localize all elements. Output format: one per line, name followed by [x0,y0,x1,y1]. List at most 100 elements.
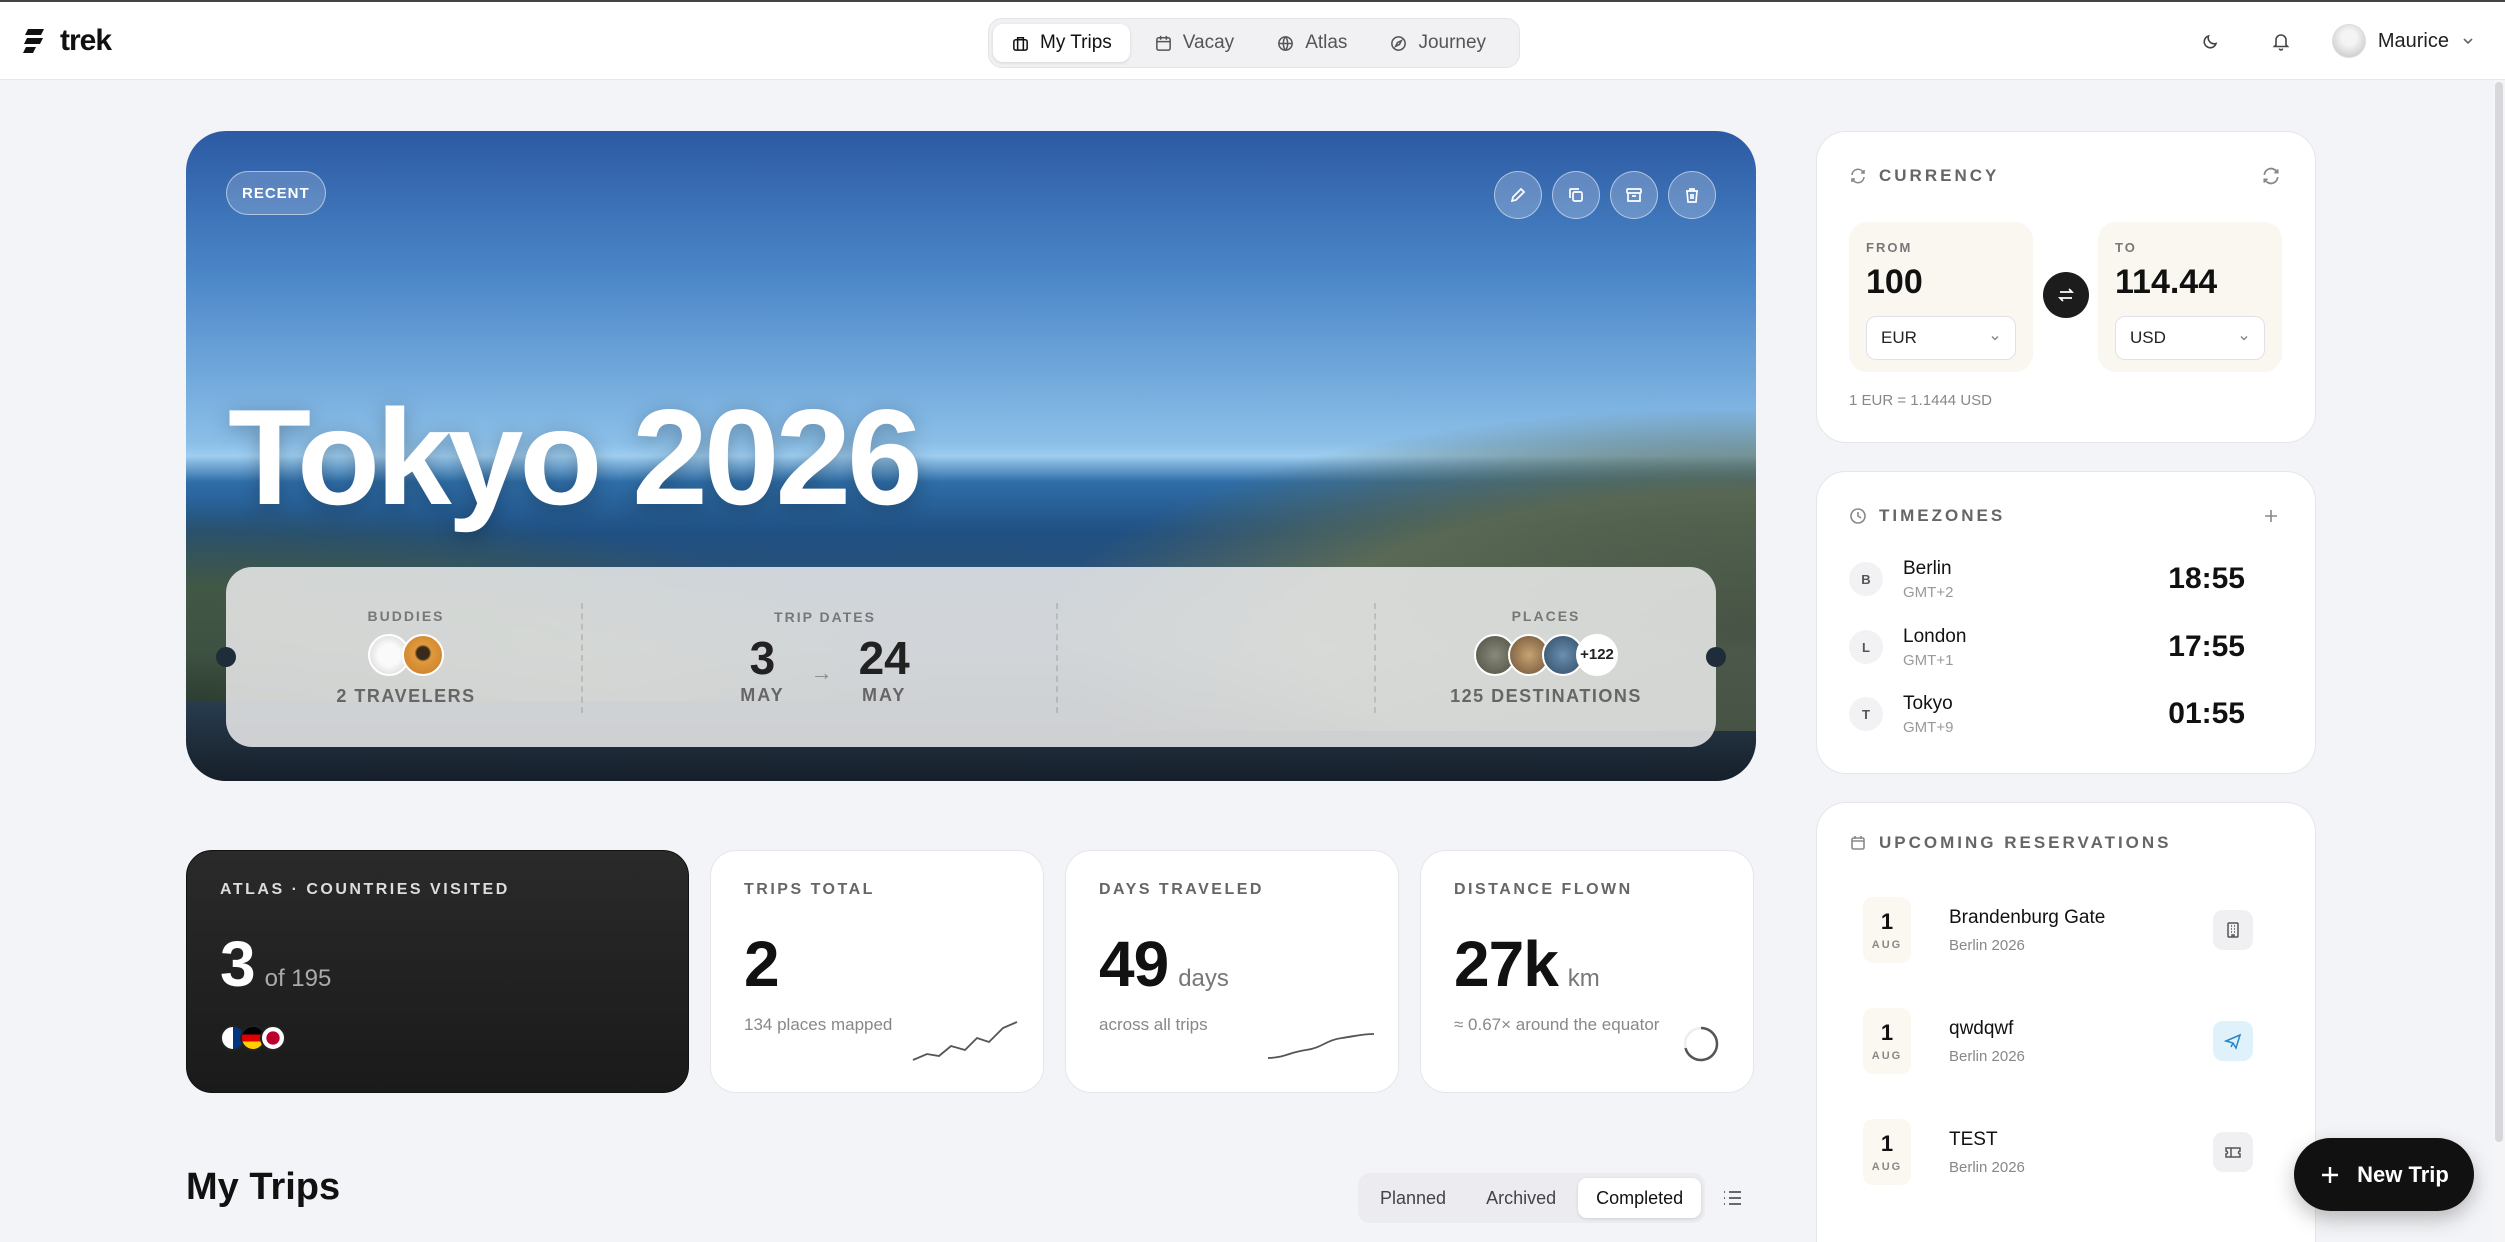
user-menu[interactable]: Maurice [2331,24,2475,58]
reservation-trip: Berlin 2026 [1949,1158,2025,1176]
distance-flown-label: DISTANCE FLOWN [1454,881,1633,898]
new-trip-button[interactable]: New Trip [2294,1138,2474,1211]
avatar [402,633,444,676]
from-amount-input[interactable]: 100 [1866,263,2016,302]
nav-my-trips[interactable]: My Trips [993,24,1130,62]
avatar [2331,24,2366,58]
copy-icon [1569,188,1583,202]
list-view-icon[interactable] [1720,1185,1746,1211]
currency-to-box: TO 114.44 USD [2098,222,2282,372]
refresh-icon [1851,168,1865,184]
reservation-trip: Berlin 2026 [1949,936,2025,954]
new-trip-label: New Trip [2357,1161,2449,1187]
hero-trip-card[interactable]: RECENT Tokyo 2026 BUDDIES 2 TRAVELERS TR… [186,131,1756,781]
app-logo[interactable]: trek [22,24,112,58]
timezone-offset: GMT+2 [1903,583,1954,601]
days-sparkline [1267,1033,1375,1059]
countries-total: of 195 [264,965,332,992]
refresh-rates-icon[interactable] [2261,166,2281,186]
reservation-item[interactable]: 1 AUG TEST Berlin 2026 [1863,1117,2273,1187]
nav-journey[interactable]: Journey [1371,24,1504,62]
timezone-time: 01:55 [2168,697,2245,730]
swap-currency-button[interactable] [2043,272,2089,318]
timezone-city: Tokyo [1903,692,1953,714]
reservation-date: 1 AUG [1863,1008,1911,1074]
delete-trip-button[interactable] [1668,171,1716,219]
timezone-initial: B [1849,562,1883,596]
nav-vacay[interactable]: Vacay [1136,24,1252,62]
trip-dates-label: TRIP DATES [774,608,876,625]
plane-icon [2213,1021,2253,1061]
trip-ticket: BUDDIES 2 TRAVELERS TRIP DATES 3 MAY → 2… [216,567,1726,747]
timezone-row: L London GMT+1 17:55 [1849,620,2285,674]
tab-planned[interactable]: Planned [1362,1178,1464,1218]
reservation-title: TEST [1949,1128,1998,1150]
buddies-section: BUDDIES 2 TRAVELERS [226,567,586,747]
tab-completed[interactable]: Completed [1578,1178,1702,1218]
days-traveled-card[interactable]: DAYS TRAVELED 49 days across all trips [1065,850,1399,1093]
from-label: FROM [1866,240,1913,255]
reservation-month: AUG [1871,1161,1903,1173]
my-trips-heading: My Trips [186,1166,341,1208]
reservation-item[interactable]: 1 AUG qwdqwf Berlin 2026 [1863,1006,2273,1076]
timezones-title: TIMEZONES [1879,506,2006,525]
edit-trip-button[interactable] [1494,171,1542,219]
place-thumbnails[interactable]: +122 [1474,633,1618,676]
distance-flown-card[interactable]: DISTANCE FLOWN 27k km ≈ 0.67× around the… [1420,850,1754,1093]
buddy-avatars[interactable] [368,633,444,676]
calendar-icon [1155,35,1171,51]
compass-icon [1391,35,1407,51]
bell-icon [2272,34,2290,51]
ticket-icon [2213,1132,2253,1172]
reservation-date: 1 AUG [1863,1119,1911,1185]
start-day: 3 [749,631,776,684]
scrollbar-thumb[interactable] [2495,82,2503,1142]
equator-progress-ring [1683,1026,1719,1062]
to-currency-select[interactable]: USD [2115,316,2265,360]
archive-trip-button[interactable] [1610,171,1658,219]
pencil-icon [1510,187,1526,203]
plus-icon [2322,1166,2339,1183]
to-amount: 114.44 [2115,263,2218,301]
app-name: trek [60,24,112,57]
timezone-offset: GMT+9 [1903,718,1954,736]
reservation-date: 1 AUG [1863,897,1911,963]
trips-sparkline [912,1021,1018,1061]
places-label: PLACES [1511,607,1581,624]
timezone-city: Berlin [1903,557,1952,579]
calendar-icon [1851,836,1865,850]
currency-card: CURRENCY FROM 100 EUR TO 114.44 USD 1 EU… [1816,131,2316,443]
trips-total-card[interactable]: TRIPS TOTAL 2 134 places mapped [710,850,1044,1093]
timezone-row: B Berlin GMT+2 18:55 [1849,552,2285,606]
from-currency-select[interactable]: EUR [1866,316,2016,360]
nav-atlas[interactable]: Atlas [1258,24,1365,62]
user-name: Maurice [2377,29,2449,52]
archive-icon [1626,188,1642,202]
trip-dates-section: TRIP DATES 3 MAY → 24 MAY [586,567,1064,747]
ticket-divider [581,603,583,713]
dark-mode-toggle[interactable] [2192,22,2230,60]
duplicate-trip-button[interactable] [1552,171,1600,219]
nav-atlas-label: Atlas [1305,32,1348,53]
trek-logo-icon [23,29,44,53]
moon-icon [2203,34,2218,49]
add-timezone-icon[interactable] [2261,506,2281,526]
reservation-day: 1 [1880,909,1894,934]
clock-icon [1850,508,1866,524]
reservation-item[interactable]: 1 AUG Brandenburg Gate Berlin 2026 [1863,895,2273,965]
arrow-right-icon: → [810,659,833,685]
destinations-count: 125 DESTINATIONS [1450,685,1642,706]
timezone-city: London [1903,625,1967,647]
exchange-rate: 1 EUR = 1.1444 USD [1849,392,1992,409]
reservation-month: AUG [1871,939,1903,951]
end-day: 24 [858,631,910,684]
atlas-stat-card[interactable]: ATLAS · COUNTRIES VISITED 3 of 195 [186,850,689,1093]
atlas-stat-label: ATLAS · COUNTRIES VISITED [220,881,510,898]
trip-filter-tabs: Planned Archived Completed [1358,1173,1706,1223]
notifications-button[interactable] [2262,22,2300,60]
chevron-down-icon [2463,38,2473,45]
timezones-header: TIMEZONES [1849,506,2005,526]
nav-vacay-label: Vacay [1182,32,1235,53]
tab-archived[interactable]: Archived [1468,1178,1574,1218]
trash-icon [1686,188,1698,203]
